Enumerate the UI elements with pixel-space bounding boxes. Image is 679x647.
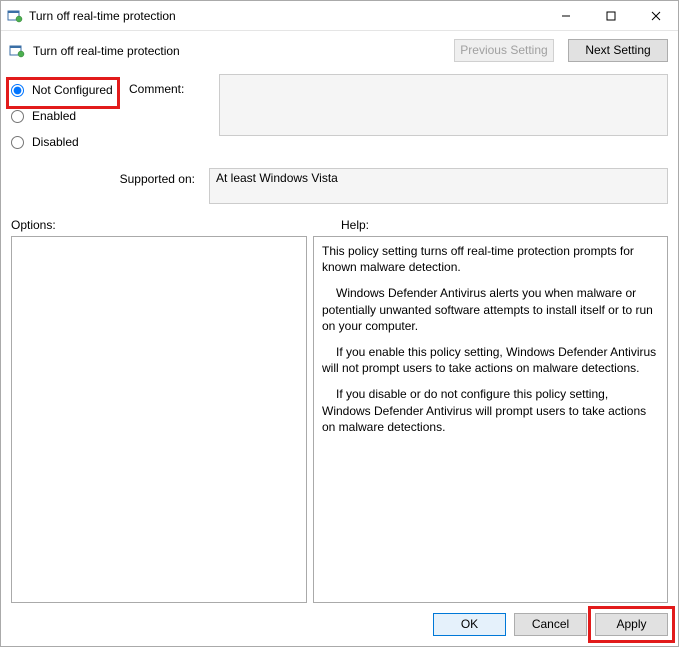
help-label: Help: [311,218,668,232]
comment-label: Comment: [129,74,209,158]
titlebar: Turn off real-time protection [1,1,678,31]
comment-field[interactable] [219,74,668,136]
help-text: Windows Defender Antivirus alerts you wh… [322,285,659,334]
radio-enabled[interactable]: Enabled [9,106,119,126]
radio-disabled-input[interactable] [11,136,24,149]
options-pane [11,236,307,603]
state-radio-group: Not Configured Enabled Disabled [9,74,119,158]
help-text: If you enable this policy setting, Windo… [322,344,659,376]
options-label: Options: [11,218,311,232]
next-setting-button[interactable]: Next Setting [568,39,668,62]
radio-disabled[interactable]: Disabled [9,132,119,152]
radio-not-configured-label: Not Configured [32,83,113,97]
dialog-footer: OK Cancel Apply [1,603,678,646]
window-title: Turn off real-time protection [29,9,543,23]
radio-enabled-label: Enabled [32,109,76,123]
maximize-button[interactable] [588,1,633,30]
policy-icon [9,43,25,59]
apply-button[interactable]: Apply [595,613,668,636]
supported-on-label: Supported on: [9,168,199,204]
help-text: This policy setting turns off real-time … [322,243,659,275]
previous-setting-button: Previous Setting [454,39,554,62]
minimize-button[interactable] [543,1,588,30]
ok-button[interactable]: OK [433,613,506,636]
policy-icon [7,8,23,24]
radio-enabled-input[interactable] [11,110,24,123]
help-pane: This policy setting turns off real-time … [313,236,668,603]
policy-header: Turn off real-time protection Previous S… [1,31,678,74]
cancel-button[interactable]: Cancel [514,613,587,636]
radio-disabled-label: Disabled [32,135,79,149]
radio-not-configured-input[interactable] [11,84,24,97]
policy-name: Turn off real-time protection [33,44,440,58]
radio-not-configured[interactable]: Not Configured [9,80,117,100]
supported-on-field: At least Windows Vista [209,168,668,204]
policy-editor-window: Turn off real-time protection Turn off r… [0,0,679,647]
close-button[interactable] [633,1,678,30]
help-text: If you disable or do not configure this … [322,386,659,435]
